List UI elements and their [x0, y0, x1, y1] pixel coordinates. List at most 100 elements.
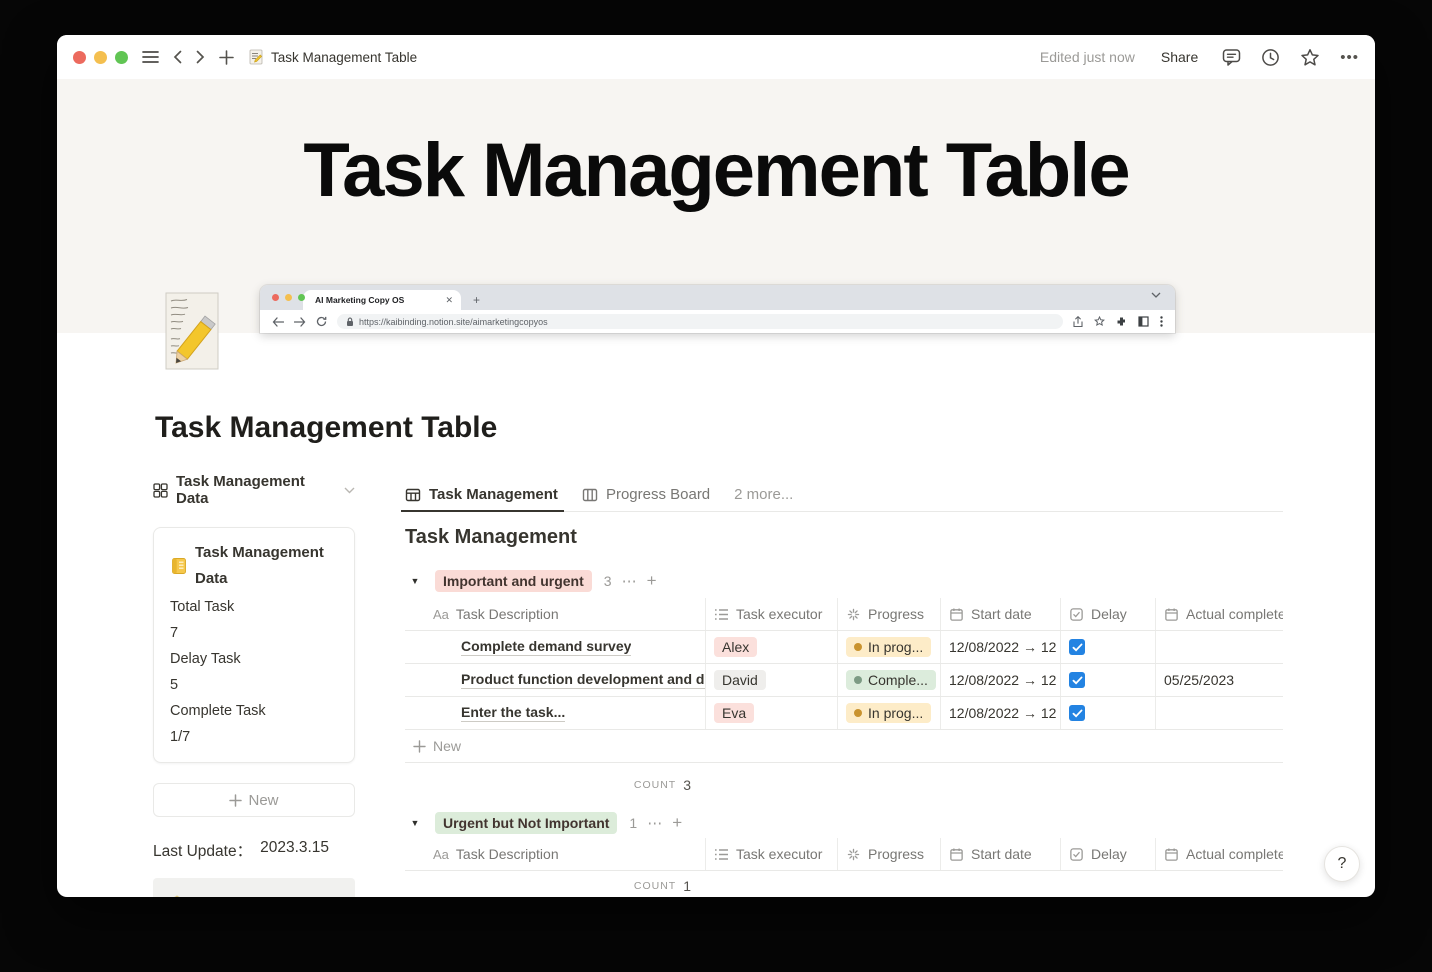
delay-checkbox-checked[interactable]: [1069, 639, 1085, 655]
column-header-delay[interactable]: Delay: [1060, 598, 1155, 630]
executor-tag[interactable]: Alex: [714, 637, 758, 657]
browser-reload-icon: [316, 316, 327, 327]
browser-close-button: [272, 294, 279, 301]
group-count-row: COUNT 1: [405, 871, 1283, 897]
more-options-icon[interactable]: •••: [1340, 49, 1359, 66]
start-date-cell[interactable]: 12/08/2022 → 12: [940, 697, 1060, 729]
list-property-icon: [714, 848, 729, 861]
group-add-icon[interactable]: +: [672, 813, 682, 833]
browser-toolbar-icons: [1073, 315, 1163, 328]
left-column: Task Management Data Task Management Dat…: [153, 473, 355, 897]
breadcrumb[interactable]: Task Management Table: [248, 49, 417, 65]
column-header-progress[interactable]: Progress: [837, 598, 940, 630]
browser-chevron-down-icon: [1151, 292, 1161, 298]
actual-complete-cell[interactable]: [1155, 697, 1283, 729]
collapse-triangle-icon[interactable]: ▼: [405, 818, 425, 828]
table-row[interactable]: Complete demand survey Alex In prog... 1…: [405, 631, 1283, 664]
list-property-icon: [714, 608, 729, 621]
group-count-badge: 3: [603, 573, 612, 589]
group-header-important-urgent[interactable]: ▼ Important and urgent 3 ⋯ +: [405, 568, 1283, 594]
page-cover: Task Management Table AI Marketing Copy …: [57, 79, 1375, 333]
column-header-start-date[interactable]: Start date: [940, 838, 1060, 870]
status-property-icon: [846, 607, 861, 622]
status-dot: [854, 709, 862, 717]
history-icon[interactable]: [1261, 48, 1280, 67]
progress-tag[interactable]: In prog...: [846, 703, 932, 723]
column-header-task-description[interactable]: Aa Task Description: [405, 598, 705, 630]
edited-status: Edited just now: [1039, 49, 1135, 65]
column-header-task-description[interactable]: Aa Task Description: [405, 838, 705, 870]
start-date-cell[interactable]: 12/08/2022 → 12: [940, 631, 1060, 663]
task-title-link[interactable]: Complete demand survey: [461, 638, 632, 656]
count-value[interactable]: 1: [683, 878, 691, 894]
executor-tag[interactable]: David: [714, 670, 766, 690]
titlebar-actions: Edited just now Share •••: [1040, 48, 1359, 67]
column-header-delay[interactable]: Delay: [1060, 838, 1155, 870]
table-row[interactable]: Product function development and de Davi…: [405, 664, 1283, 697]
page-icon-memo[interactable]: [160, 291, 228, 371]
back-icon[interactable]: [173, 50, 182, 64]
forward-icon[interactable]: [196, 50, 205, 64]
executor-tag[interactable]: Eva: [714, 703, 755, 723]
actual-complete-cell[interactable]: 05/25/2023: [1155, 664, 1283, 696]
help-button[interactable]: ?: [1324, 846, 1360, 882]
tab-progress-board[interactable]: Progress Board: [582, 478, 710, 511]
group-count-badge: 1: [629, 815, 638, 831]
group-header-urgent-not-important[interactable]: ▼ Urgent but Not Important 1 ⋯ +: [405, 810, 1283, 836]
cover-browser-mockup: AI Marketing Copy OS ✕ + https://kaibind…: [260, 285, 1175, 333]
column-header-progress[interactable]: Progress: [837, 838, 940, 870]
browser-tab: AI Marketing Copy OS ✕: [303, 290, 461, 310]
column-header-task-executor[interactable]: Task executor: [705, 598, 837, 630]
callout-text: This is a free task management system.: [197, 894, 331, 897]
zoom-button[interactable]: [115, 50, 128, 64]
new-tab-icon[interactable]: [219, 49, 234, 65]
task-title-link[interactable]: Product function development and de: [461, 671, 705, 689]
page-title: Task Management Table: [155, 411, 498, 444]
linked-db-title-row[interactable]: Task Management Data: [153, 473, 355, 507]
tabs-more-button[interactable]: 2 more...: [734, 486, 793, 503]
sidebar-new-button[interactable]: New: [153, 783, 355, 817]
last-update-value: 2023.3.15: [260, 839, 330, 856]
group-more-icon[interactable]: ⋯: [647, 814, 662, 832]
actual-complete-cell[interactable]: [1155, 631, 1283, 663]
task-title-link[interactable]: Enter the task...: [461, 704, 566, 722]
column-header-task-executor[interactable]: Task executor: [705, 838, 837, 870]
progress-tag[interactable]: Comple...: [846, 670, 936, 690]
calendar-icon: [949, 847, 964, 862]
count-label: COUNT: [633, 779, 677, 791]
summary-card[interactable]: Task Management Data Total Task 7 Delay …: [153, 527, 355, 763]
table-row[interactable]: Enter the task... Eva In prog... 12/08/2…: [405, 697, 1283, 730]
group-add-icon[interactable]: +: [647, 571, 657, 591]
summary-line: 1/7: [170, 729, 191, 745]
minimize-button[interactable]: [94, 50, 107, 64]
delay-checkbox-checked[interactable]: [1069, 705, 1085, 721]
browser-new-tab-icon: +: [473, 293, 481, 307]
view-tabs: Task Management Progress Board 2 more...: [401, 478, 1283, 512]
share-button[interactable]: Share: [1161, 49, 1198, 65]
collapse-triangle-icon[interactable]: ▼: [405, 576, 425, 586]
summary-line: Total Task: [170, 599, 235, 615]
favorite-star-icon[interactable]: [1300, 48, 1320, 67]
delay-checkbox-checked[interactable]: [1069, 672, 1085, 688]
sidebar-menu-icon[interactable]: [142, 50, 159, 64]
browser-forward-icon: [294, 316, 306, 327]
column-header-actual-complete[interactable]: Actual complete: [1155, 838, 1283, 870]
lock-icon: [346, 317, 354, 327]
count-value[interactable]: 3: [683, 777, 691, 793]
group-name-pill: Urgent but Not Important: [435, 812, 618, 834]
start-date-cell[interactable]: 12/08/2022 → 12: [940, 664, 1060, 696]
column-header-actual-complete[interactable]: Actual complete: [1155, 598, 1283, 630]
summary-line: Delay Task: [170, 651, 241, 667]
comments-icon[interactable]: [1222, 48, 1241, 66]
calendar-icon: [949, 607, 964, 622]
window-controls: [73, 50, 128, 64]
board-view-icon: [582, 487, 598, 503]
sidebar-new-label: New: [248, 791, 279, 809]
tab-task-management[interactable]: Task Management: [401, 478, 564, 512]
column-header-start-date[interactable]: Start date: [940, 598, 1060, 630]
progress-tag[interactable]: In prog...: [846, 637, 932, 657]
last-update: Last Update： 2023.3.15: [153, 839, 355, 861]
close-button[interactable]: [73, 50, 86, 64]
table-new-row-button[interactable]: New: [405, 730, 1283, 763]
group-more-icon[interactable]: ⋯: [622, 572, 637, 590]
